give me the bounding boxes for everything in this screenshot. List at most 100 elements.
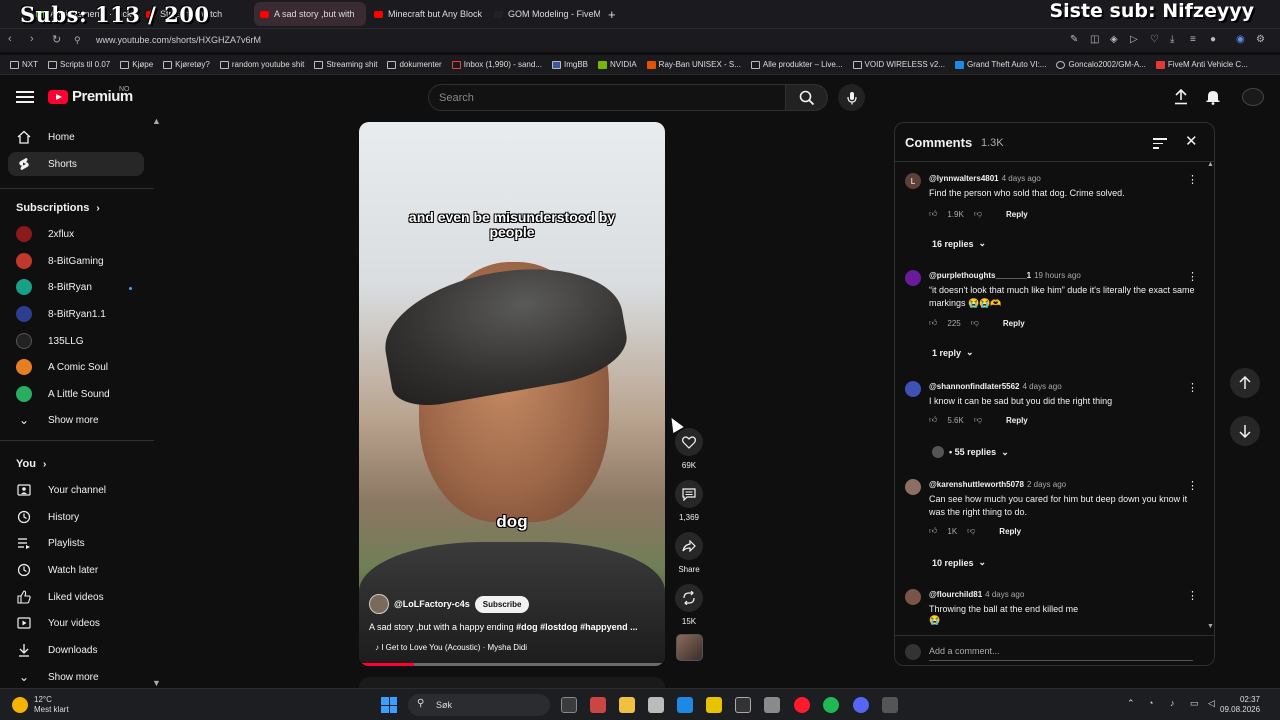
next-short-button[interactable]	[1230, 416, 1260, 446]
bookmark[interactable]: VOID WIRELESS v2...	[852, 60, 945, 69]
back-icon[interactable]: ‹	[8, 33, 12, 45]
settings-icon[interactable]: ⚙	[1256, 34, 1265, 45]
commenter-avatar[interactable]	[905, 270, 921, 286]
play-icon[interactable]: ▷	[1130, 34, 1138, 45]
reply-button[interactable]: Reply	[1003, 319, 1025, 328]
sidebar-show-more-2[interactable]: ⌄ Show more	[8, 665, 144, 689]
subscriptions-heading[interactable]: Subscriptions ›	[16, 202, 100, 214]
scroll-down-icon[interactable]: ▼	[152, 678, 161, 688]
windows-start-icon[interactable]	[381, 697, 397, 713]
commenter-avatar[interactable]: L	[905, 173, 921, 189]
sidebar-item-your-channel[interactable]: Your channel	[8, 478, 144, 502]
thumbs-down-icon[interactable]: 👎︎	[971, 318, 979, 328]
app-icon[interactable]	[882, 697, 898, 713]
sidebar-show-more[interactable]: ⌄ Show more	[8, 408, 144, 432]
bookmark[interactable]: Alle produkter – Live...	[750, 60, 843, 69]
bookmark[interactable]: Scripts til 0.07	[48, 60, 110, 69]
more-options-icon[interactable]: ⋮	[1187, 381, 1198, 394]
taskbar-search[interactable]: ⚲ Søk	[408, 694, 550, 716]
bookmark[interactable]: Goncalo2002/GM-A...	[1056, 60, 1146, 69]
commenter-name[interactable]: @karenshuttleworth5078 2 days ago	[929, 480, 1066, 489]
sidebar-item-subscription[interactable]: 8-BitRyan	[8, 275, 144, 299]
short-music[interactable]: ♪ I Get to Love You (Acoustic) · Mysha D…	[375, 643, 527, 652]
bookmark[interactable]: Inbox (1,990) - sand...	[451, 60, 542, 69]
url-field[interactable]: www.youtube.com/shorts/HXGHZA7v6rM	[96, 35, 261, 45]
add-comment-input[interactable]: Add a comment...	[929, 646, 1000, 656]
calculator-icon[interactable]	[764, 697, 780, 713]
like-action[interactable]: 69K	[675, 428, 703, 470]
reply-button[interactable]: Reply	[999, 527, 1021, 536]
subscribe-button[interactable]: Subscribe	[474, 595, 530, 613]
youtube-premium-logo[interactable]: Premium NO	[48, 86, 133, 105]
forward-icon[interactable]: ›	[30, 33, 34, 45]
sidebar-item-playlists[interactable]: Playlists	[8, 531, 144, 555]
browser-tab-5[interactable]: GOM Modeling - FiveM &	[488, 2, 600, 26]
commenter-avatar[interactable]	[905, 479, 921, 495]
scroll-up-icon[interactable]: ▲	[1207, 161, 1214, 168]
thumbs-up-icon[interactable]: 👍︎	[929, 318, 937, 328]
camera-icon[interactable]: ◫	[1090, 34, 1099, 45]
sidebar-item-home[interactable]: Home	[8, 125, 144, 149]
thumbs-up-icon[interactable]: 👍︎	[929, 526, 937, 536]
sidebar-item-subscription[interactable]: 135LLG	[8, 329, 144, 353]
sidebar-item-subscription[interactable]: A Little Sound	[8, 382, 144, 406]
sidebar-item-liked-videos[interactable]: Liked videos	[8, 585, 144, 609]
app-icon[interactable]	[706, 697, 722, 713]
short-video-player[interactable]: and even be misunderstood by people dog …	[359, 122, 665, 666]
scroll-down-icon[interactable]: ▼	[1207, 623, 1214, 630]
browser-tab-4[interactable]: Minecraft but Any Block	[368, 2, 486, 26]
commenter-avatar[interactable]	[905, 589, 921, 605]
thumbs-up-icon[interactable]: 👍︎	[929, 415, 937, 425]
comment-action[interactable]: 1,369	[675, 480, 703, 522]
sidebar-item-subscription[interactable]: 8-BitGaming	[8, 249, 144, 273]
account-avatar[interactable]	[1242, 88, 1264, 106]
extension-icon[interactable]: ◉	[1236, 34, 1245, 45]
like-button[interactable]	[675, 428, 703, 456]
bookmark[interactable]: NXT	[10, 60, 38, 69]
channel-name[interactable]: @LoLFactory-c4s	[394, 599, 470, 609]
reply-button[interactable]: Reply	[1006, 210, 1028, 219]
microphone-icon[interactable]: ♪	[1170, 698, 1175, 708]
discord-icon[interactable]	[853, 697, 869, 713]
bookmark[interactable]: ImgBB	[551, 60, 588, 69]
heart-icon[interactable]: ♡	[1150, 34, 1159, 45]
download-icon[interactable]: ⤓	[1170, 34, 1174, 45]
profile-icon[interactable]: ●	[1210, 34, 1216, 45]
view-replies-button[interactable]: 1 reply ⌄	[932, 347, 974, 358]
music-thumbnail[interactable]	[676, 634, 703, 661]
close-icon[interactable]: ✕	[1185, 132, 1198, 150]
sidebar-item-watch-later[interactable]: Watch later	[8, 558, 144, 582]
sidebar-item-subscription[interactable]: A Comic Soul	[8, 355, 144, 379]
upload-icon[interactable]	[1174, 88, 1188, 110]
bookmark[interactable]: NVIDIA	[598, 60, 637, 69]
bookmark[interactable]: Ray-Ban UNISEX - S...	[646, 60, 741, 69]
new-tab-button[interactable]: +	[602, 2, 620, 26]
tray-icon[interactable]: ◔	[1148, 698, 1153, 708]
share-button[interactable]	[675, 532, 703, 560]
more-options-icon[interactable]: ⋮	[1187, 270, 1198, 283]
search-input[interactable]: Search	[428, 84, 786, 111]
scroll-up-icon[interactable]: ▲	[152, 116, 161, 126]
you-heading[interactable]: You ›	[16, 458, 46, 470]
sidebar-item-subscription[interactable]: 2xflux	[8, 222, 144, 246]
notifications-bell-icon[interactable]	[1206, 89, 1220, 110]
bookmark[interactable]: Streaming shit	[314, 60, 377, 69]
taskbar-clock[interactable]: 02:37 09.08.2026	[1220, 695, 1260, 715]
commenter-name[interactable]: @flourchild81 4 days ago	[929, 590, 1024, 599]
more-options-icon[interactable]: ⋮	[1187, 479, 1198, 492]
store-icon[interactable]	[677, 697, 693, 713]
app-icon[interactable]	[590, 697, 606, 713]
app-icon[interactable]	[648, 697, 664, 713]
reload-icon[interactable]: ↻	[52, 33, 61, 46]
view-replies-button[interactable]: • 55 replies ⌄	[932, 446, 1009, 458]
weather-widget[interactable]: 12°C Mest klart	[34, 695, 69, 715]
remix-button[interactable]	[675, 584, 703, 612]
share-action[interactable]: Share	[675, 532, 703, 574]
bookmark[interactable]: Kjøpe	[120, 60, 153, 69]
short-title[interactable]: A sad story ,but with a happy ending #do…	[369, 622, 638, 632]
thumbs-down-icon[interactable]: 👎︎	[974, 415, 982, 425]
more-options-icon[interactable]: ⋮	[1187, 173, 1198, 186]
comments-button[interactable]	[675, 480, 703, 508]
video-progress-bar[interactable]	[359, 663, 665, 666]
task-view-icon[interactable]	[561, 697, 577, 713]
